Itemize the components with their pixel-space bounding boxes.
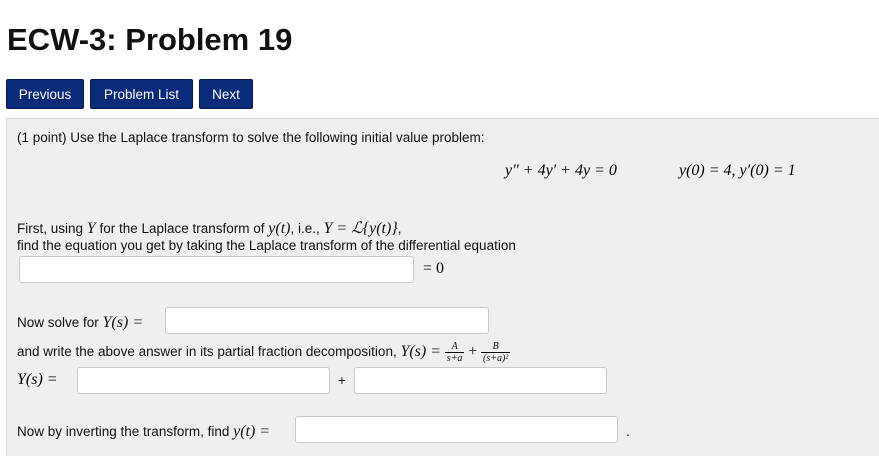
first-ie: , i.e., — [290, 221, 324, 236]
problem-intro: (1 point) Use the Laplace transform to s… — [17, 130, 485, 145]
problem-list-button[interactable]: Problem List — [90, 79, 193, 109]
fraction-B: B (s+a)² — [481, 341, 511, 364]
find-equation-text: find the equation you get by taking the … — [17, 238, 516, 253]
pfd-term-1-input[interactable] — [77, 367, 330, 394]
first-prefix: First, using — [17, 221, 87, 236]
yt-solution-input[interactable] — [295, 416, 618, 443]
invert-yt: y(t) = — [233, 423, 271, 440]
pfd-plus: + — [338, 373, 346, 388]
pfd-instruction: and write the above answer in its partia… — [17, 341, 511, 364]
equals-zero: = 0 — [423, 260, 445, 277]
page-title: ECW-3: Problem 19 — [7, 22, 293, 57]
final-period: . — [626, 424, 630, 439]
solve-Ys: Y(s) = — [102, 314, 144, 331]
fraction-A: As+a — [444, 341, 465, 364]
next-button[interactable]: Next — [199, 79, 253, 109]
solve-prefix: Now solve for — [17, 315, 103, 330]
laplace-definition: Y = ℒ{y(t)} — [323, 220, 398, 237]
fraction-plus: + — [468, 343, 478, 361]
Ys-label: Y(s) = — [17, 371, 58, 388]
previous-button[interactable]: Previous — [6, 79, 84, 109]
first-instruction: First, using Y for the Laplace transform… — [17, 218, 401, 238]
first-yt: y(t) — [268, 220, 291, 237]
solve-instruction: Now solve for Y(s) = — [17, 314, 143, 332]
first-Y: Y — [86, 220, 96, 237]
first-end: , — [397, 221, 402, 236]
first-mid: for the Laplace transform of — [95, 221, 269, 236]
problem-panel: (1 point) Use the Laplace transform to s… — [6, 118, 879, 456]
Ys-solution-input[interactable] — [165, 307, 489, 334]
pfd-prefix: and write the above answer in its partia… — [17, 344, 401, 360]
ode-equation: y″ + 4y′ + 4y = 0 — [505, 162, 617, 179]
pfd-Ys: Y(s) = — [400, 343, 442, 361]
transformed-equation-input[interactable] — [19, 256, 414, 283]
pfd-term-2-input[interactable] — [354, 367, 607, 394]
invert-instruction: Now by inverting the transform, find y(t… — [17, 423, 270, 441]
invert-prefix: Now by inverting the transform, find — [17, 424, 234, 439]
initial-conditions: y(0) = 4, y′(0) = 1 — [679, 162, 796, 179]
